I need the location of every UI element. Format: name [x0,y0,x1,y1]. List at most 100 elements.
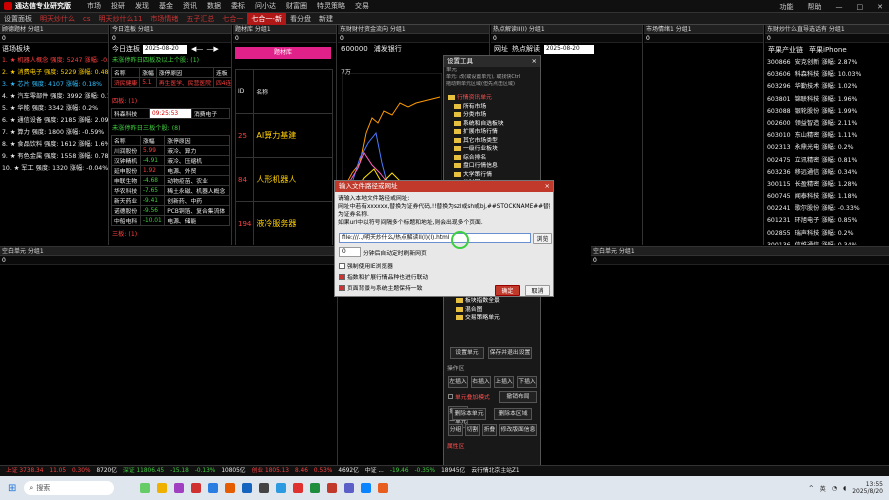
cell[interactable]: 华农科技 [111,185,141,196]
menu-wealth[interactable]: 财富圈 [286,2,307,10]
index-quote[interactable]: 创业 1805.13 [252,468,289,474]
cell[interactable]: 科森科技 [110,108,151,119]
tab-seven[interactable]: 七合一 [218,13,247,25]
tree-node[interactable]: 综合排名 [448,154,540,163]
sector-item[interactable]: 1. ★ 机器人概念 强度: 5247 涨幅: -0.13% [0,55,108,67]
tree-node[interactable]: 混合图 [454,306,500,315]
insert-left-button[interactable]: 左插入 [448,376,468,388]
table-row[interactable]: 华农科技 -7.65 稀土永磁、机器人概念 [111,185,230,196]
force-ie-checkbox[interactable]: 强制使用IE浏览器 [339,261,393,270]
table-row[interactable]: 诺德股份 -9.56 PCB铜箔、复合集流体 [111,205,230,216]
date-input[interactable]: 2025-08-20 [143,44,187,54]
index-quote[interactable]: 上证 3738.34 [6,468,43,474]
menu-ask[interactable]: 问小达 [255,2,276,10]
index-quote[interactable]: -15.18 [170,468,189,474]
stock-row[interactable]: 601231 环旭电子 涨幅: 0.85% [765,215,889,227]
index-quote[interactable]: 0.53% [314,468,332,474]
delete-unit-button[interactable]: 删除本单元 [452,408,486,420]
insert-down-button[interactable]: 下插入 [517,376,537,388]
ime-indicator[interactable]: 英 [820,484,826,493]
menu-research[interactable]: 投研 [111,2,125,10]
cell[interactable]: 申联生物 [111,175,141,186]
theme-name[interactable]: 人形机器人 [253,157,333,202]
theme-sync-checkbox[interactable]: 页面背景与系统主题保持一致 [339,283,422,292]
stock-row[interactable]: 300136 信维通信 涨幅: 0.34% [765,240,889,245]
app-icon[interactable] [224,483,235,493]
dialog-close-icon[interactable]: × [545,181,550,192]
tdx-app-icon[interactable] [326,483,337,493]
tab-tomorrow11[interactable]: 明天炒什么11 [95,13,147,25]
stock-row[interactable]: 300115 长盈精密 涨幅: 1.28% [765,179,889,191]
checkbox-checked[interactable] [339,273,345,280]
tree-node[interactable]: 交易策略单元 [454,314,500,323]
sector-item[interactable]: 5. ★ 华能 强度: 3342 涨幅: 0.2% [0,103,108,115]
app-icon[interactable] [241,483,252,493]
delete-area-button[interactable]: 删除本区域 [494,408,532,420]
tab-new[interactable]: 新建 [315,13,337,25]
tree-node[interactable]: 所有市场 [448,103,540,112]
sector-item[interactable]: 6. ★ 通信设备 强度: 2185 涨幅: 2.09% [0,115,108,127]
table-row[interactable]: 25 AI算力基建 [234,113,333,158]
hot-date-input[interactable]: 2025-08-20 [544,44,594,54]
tree-node[interactable]: 其它市场类型 [448,137,540,146]
tree-node[interactable]: 系统和自选板块 [448,120,540,129]
index-quote[interactable]: -19.46 [390,468,409,474]
menu-discover[interactable]: 发现 [135,2,149,10]
stock-row[interactable]: 300866 安克创新 涨幅: 2.87% [765,57,889,69]
tray-chevron-icon[interactable]: ^ [809,485,814,492]
stock-row[interactable]: 600745 闻泰科技 涨幅: 1.18% [765,191,889,203]
settings-close-icon[interactable]: × [532,56,537,67]
sector-item[interactable]: 4. ★ 汽车零部件 强度: 3992 涨幅: 0.18% [0,91,108,103]
cell[interactable]: 中船电科 [111,215,141,226]
stock-row[interactable]: 603296 华勤技术 涨幅: 1.02% [765,81,889,93]
menu-fund[interactable]: 基金 [159,2,173,10]
group-button[interactable]: 分组 [448,424,463,436]
index-quote[interactable]: 云行情北京主站Z1 [471,468,519,474]
checkbox-box[interactable] [448,394,453,399]
menu-help[interactable]: 帮助 [808,3,822,11]
tree-node[interactable]: 板块指数全景 [454,297,500,306]
minimize-icon[interactable]: — [836,3,843,11]
stock-row[interactable]: 603010 东山精密 涨幅: 1.11% [765,130,889,142]
folder-icon[interactable] [156,483,167,493]
app-icon[interactable] [190,483,201,493]
theme-name[interactable]: AI算力基建 [253,113,333,158]
app-icon[interactable] [258,483,269,493]
app-icon[interactable] [275,483,286,493]
stock-row[interactable]: 603606 科森科技 涨幅: 10.03% [765,69,889,81]
excel-icon[interactable] [309,483,320,493]
close-icon[interactable]: ✕ [877,3,883,11]
set-unit-button[interactable]: 设置单元 [450,347,484,359]
table-row[interactable]: 汉钟精机 -4.91 液冷、压缩机 [111,155,230,166]
browse-button[interactable]: 浏览 [533,233,552,244]
stock-row[interactable]: 603236 移远通信 涨幅: 0.34% [765,167,889,179]
ok-button[interactable]: 确定 [495,285,520,296]
index-quote[interactable]: 18945亿 [441,468,465,474]
cancel-button[interactable]: 取消 [525,285,550,296]
menu-strategy[interactable]: 特灵策略 [317,2,345,10]
sector-item[interactable]: 2. ★ 消费电子 强度: 5229 涨幅: 0.48% [0,67,108,79]
app-icon[interactable] [173,483,184,493]
cell[interactable]: 汉钟精机 [111,155,141,166]
link-index-checkbox[interactable]: 指数和扩展行情品种也进行联动 [339,272,428,281]
wifi-icon[interactable]: ◔ [832,485,837,492]
app-icon[interactable] [377,483,388,493]
table-row[interactable]: 延申股份 1.92 电源、外贸 [111,165,230,176]
tree-node[interactable]: 盘口行情信息 [448,162,540,171]
app-icon[interactable] [292,483,303,493]
table-row[interactable]: 川润股份 5.99 液冷、算力 [111,145,230,156]
app-icon[interactable] [360,483,371,493]
sector-item[interactable]: 7. ★ 算力 强度: 1800 涨幅: -0.59% [0,127,108,139]
table-row[interactable]: 新天药业 -9.41 创新药、中药 [111,195,230,206]
theme-name[interactable]: 液冷服务器 [253,201,333,245]
sector-item[interactable]: 9. ★ 有色金属 强度: 1558 涨幅: 0.78% [0,151,108,163]
insert-right-button[interactable]: 右插入 [471,376,491,388]
app-icon[interactable] [343,483,354,493]
next-arrow-icon[interactable]: —▶ [206,45,218,53]
cut-button[interactable]: 切割 [465,424,480,436]
checkbox-box[interactable] [339,262,345,269]
tree-node[interactable]: 分类市场 [448,111,540,120]
save-exit-button[interactable]: 保存并退出设置 [488,347,532,359]
stock-row[interactable]: 002600 领益智造 涨幅: 2.11% [765,118,889,130]
index-quote[interactable]: 中证 ... [365,468,384,474]
